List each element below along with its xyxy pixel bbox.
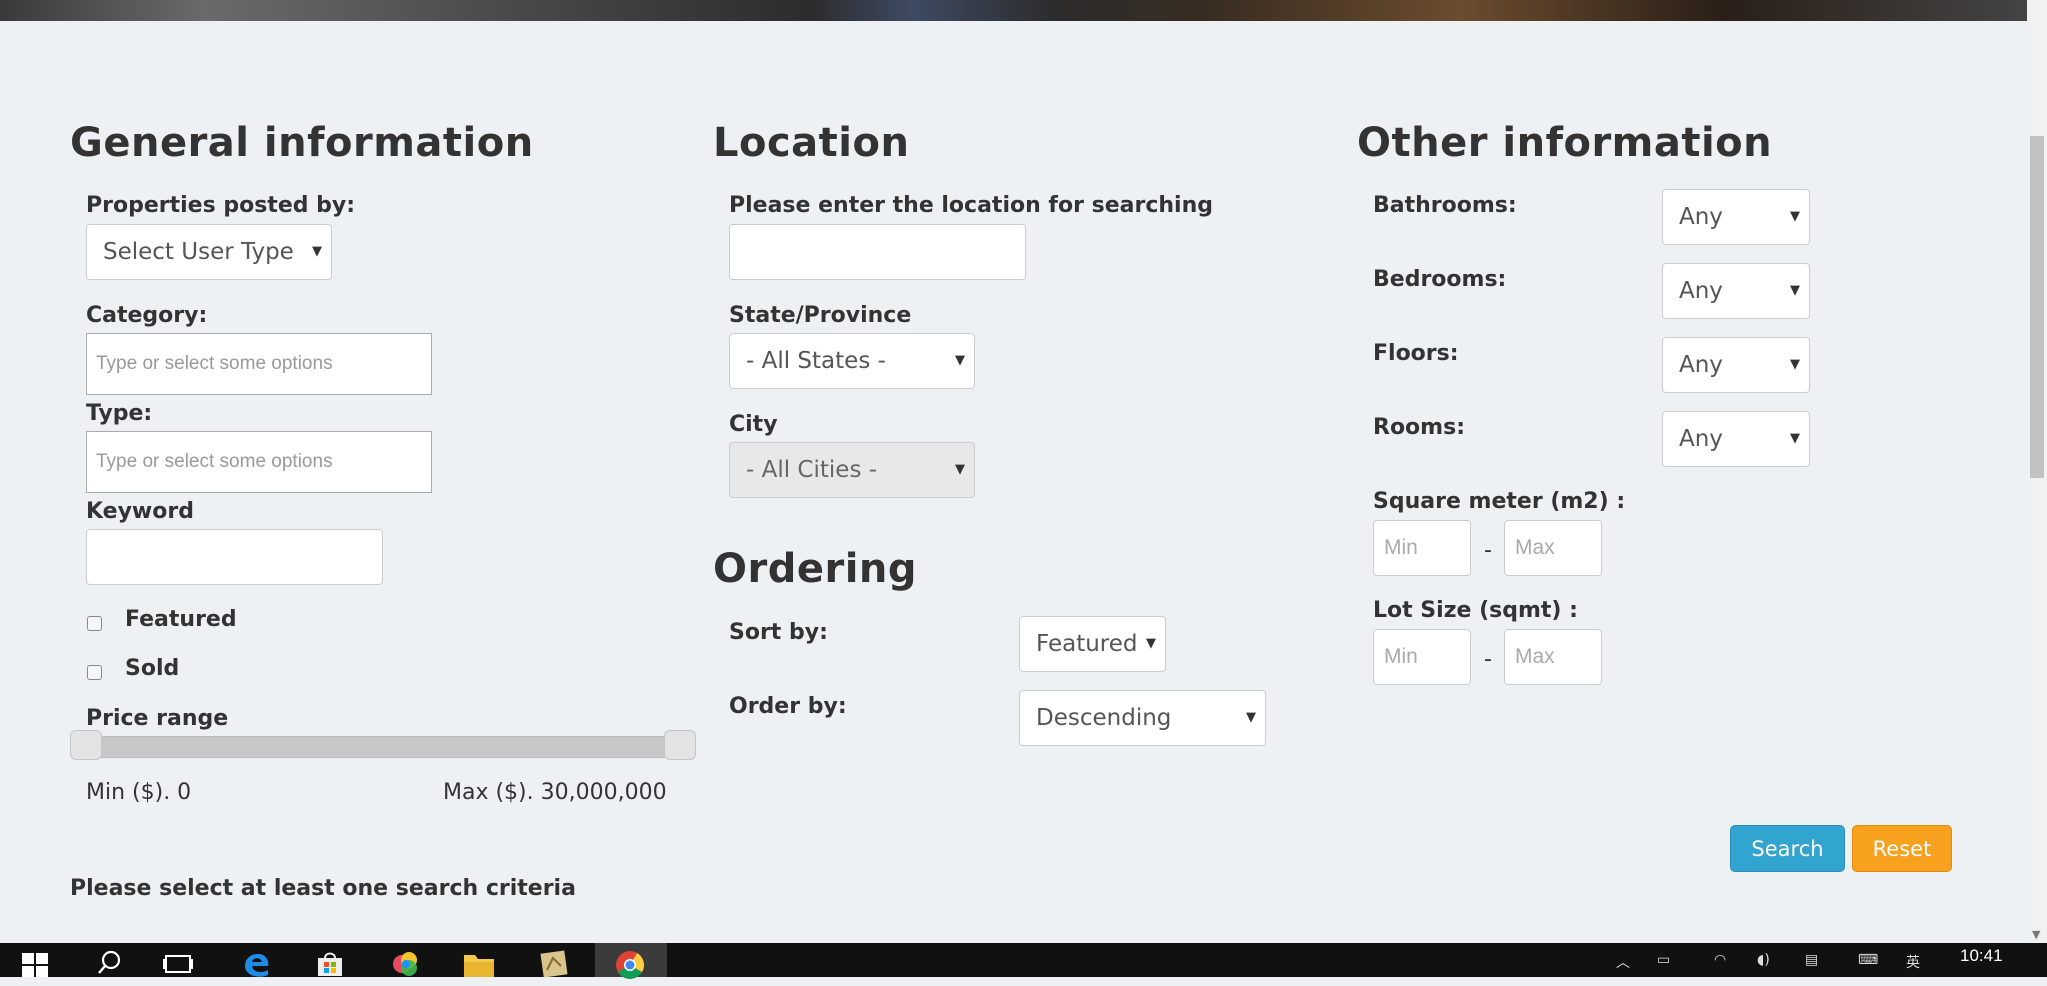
type-input[interactable]: Type or select some options (86, 431, 432, 493)
wifi-icon[interactable]: ◠ (1714, 952, 1726, 968)
ime-indicator[interactable]: 英 (1906, 952, 1920, 972)
order-by-label: Order by: (729, 694, 847, 719)
order-by-select[interactable]: Descending ▼ (1019, 690, 1266, 746)
sort-by-select[interactable]: Featured ▼ (1019, 616, 1166, 672)
scroll-down-icon[interactable]: ▼ (2032, 928, 2040, 941)
scrollbar-thumb[interactable] (2030, 136, 2044, 478)
reset-button[interactable]: Reset (1852, 825, 1952, 872)
category-input[interactable]: Type or select some options (86, 333, 432, 395)
action-center-icon[interactable]: ▤ (1805, 952, 1818, 968)
store-icon[interactable] (315, 950, 345, 984)
sold-checkbox[interactable] (87, 665, 102, 680)
featured-label: Featured (125, 607, 237, 632)
bathrooms-value: Any (1679, 204, 1723, 230)
price-min-text: Min ($). 0 (86, 780, 192, 805)
order-by-value: Descending (1036, 705, 1172, 731)
chrome-browser-icon[interactable] (615, 950, 645, 986)
chevron-down-icon: ▼ (1246, 709, 1256, 725)
taskbar-clock[interactable]: 10:41 (1960, 946, 2003, 966)
featured-checkbox[interactable] (87, 616, 102, 631)
sort-by-value: Featured (1036, 631, 1138, 657)
price-min-handle[interactable] (70, 730, 102, 760)
bedrooms-select[interactable]: Any ▼ (1662, 263, 1810, 319)
general-info-heading: General information (70, 120, 534, 166)
photos-app-icon[interactable] (391, 950, 421, 984)
city-label: City (729, 412, 778, 437)
chevron-down-icon: ▼ (1142, 635, 1156, 651)
location-heading: Location (713, 120, 910, 166)
keyboard-icon[interactable]: ⌨ (1858, 952, 1878, 968)
state-label: State/Province (729, 303, 912, 328)
chevron-down-icon: ▼ (1790, 282, 1800, 298)
location-input[interactable] (729, 224, 1026, 280)
keyword-label: Keyword (86, 499, 194, 524)
bathrooms-select[interactable]: Any ▼ (1662, 189, 1810, 245)
battery-icon[interactable]: ▭ (1657, 952, 1670, 968)
user-type-select[interactable]: Select User Type ▼ (86, 224, 332, 280)
type-label: Type: (86, 401, 153, 426)
volume-icon[interactable]: ◖) (1757, 952, 1770, 968)
category-label: Category: (86, 303, 208, 328)
price-range-slider[interactable] (80, 736, 688, 758)
rooms-select[interactable]: Any ▼ (1662, 411, 1810, 467)
rooms-label: Rooms: (1373, 415, 1465, 440)
bedrooms-value: Any (1679, 278, 1723, 304)
sqm-max-input[interactable]: Max (1504, 520, 1602, 576)
lot-max-input[interactable]: Max (1504, 629, 1602, 685)
chevron-down-icon: ▼ (312, 243, 322, 259)
sqm-range-dash: - (1484, 538, 1492, 563)
state-value: - All States - (746, 348, 886, 374)
search-button[interactable]: Search (1730, 825, 1845, 872)
price-max-text: Max ($). 30,000,000 (443, 780, 667, 805)
tray-chevron-up-icon[interactable]: ︿ (1616, 952, 1630, 972)
chevron-down-icon: ▼ (1790, 430, 1800, 446)
search-criteria-notice: Please select at least one search criter… (70, 876, 576, 901)
square-meter-label: Square meter (m2) : (1373, 489, 1626, 514)
chevron-down-icon: ▼ (955, 461, 965, 477)
bathrooms-label: Bathrooms: (1373, 193, 1517, 218)
chevron-down-icon: ▼ (1790, 356, 1800, 372)
floors-value: Any (1679, 352, 1723, 378)
maps-app-icon[interactable] (539, 950, 569, 984)
header-banner-image (0, 0, 2027, 21)
price-range-label: Price range (86, 706, 229, 731)
ordering-heading: Ordering (713, 546, 918, 592)
location-prompt: Please enter the location for searching (729, 193, 1213, 218)
posted-by-label: Properties posted by: (86, 193, 356, 218)
state-select[interactable]: - All States - ▼ (729, 333, 975, 389)
sold-label: Sold (125, 656, 180, 681)
other-info-heading: Other information (1357, 120, 1773, 166)
search-icon[interactable] (98, 950, 122, 982)
city-value: - All Cities - (746, 457, 878, 483)
bedrooms-label: Bedrooms: (1373, 267, 1507, 292)
city-select[interactable]: - All Cities - ▼ (729, 442, 975, 498)
sqm-min-input[interactable]: Min (1373, 520, 1471, 576)
price-max-handle[interactable] (664, 730, 696, 760)
lot-size-label: Lot Size (sqmt) : (1373, 598, 1578, 623)
floors-label: Floors: (1373, 341, 1459, 366)
windows-start-icon[interactable] (22, 953, 48, 983)
page-scrollbar[interactable]: ▼ (2027, 0, 2047, 943)
user-type-value: Select User Type (103, 239, 294, 265)
edge-browser-icon[interactable] (241, 950, 271, 984)
lot-min-input[interactable]: Min (1373, 629, 1471, 685)
floors-select[interactable]: Any ▼ (1662, 337, 1810, 393)
chevron-down-icon: ▼ (1790, 208, 1800, 224)
keyword-input[interactable] (86, 529, 383, 585)
sort-by-label: Sort by: (729, 620, 828, 645)
file-explorer-icon[interactable] (463, 950, 495, 984)
lot-range-dash: - (1484, 647, 1492, 672)
task-view-icon[interactable] (163, 950, 193, 980)
rooms-value: Any (1679, 426, 1723, 452)
windows-taskbar (0, 943, 2047, 977)
chevron-down-icon: ▼ (955, 352, 965, 368)
